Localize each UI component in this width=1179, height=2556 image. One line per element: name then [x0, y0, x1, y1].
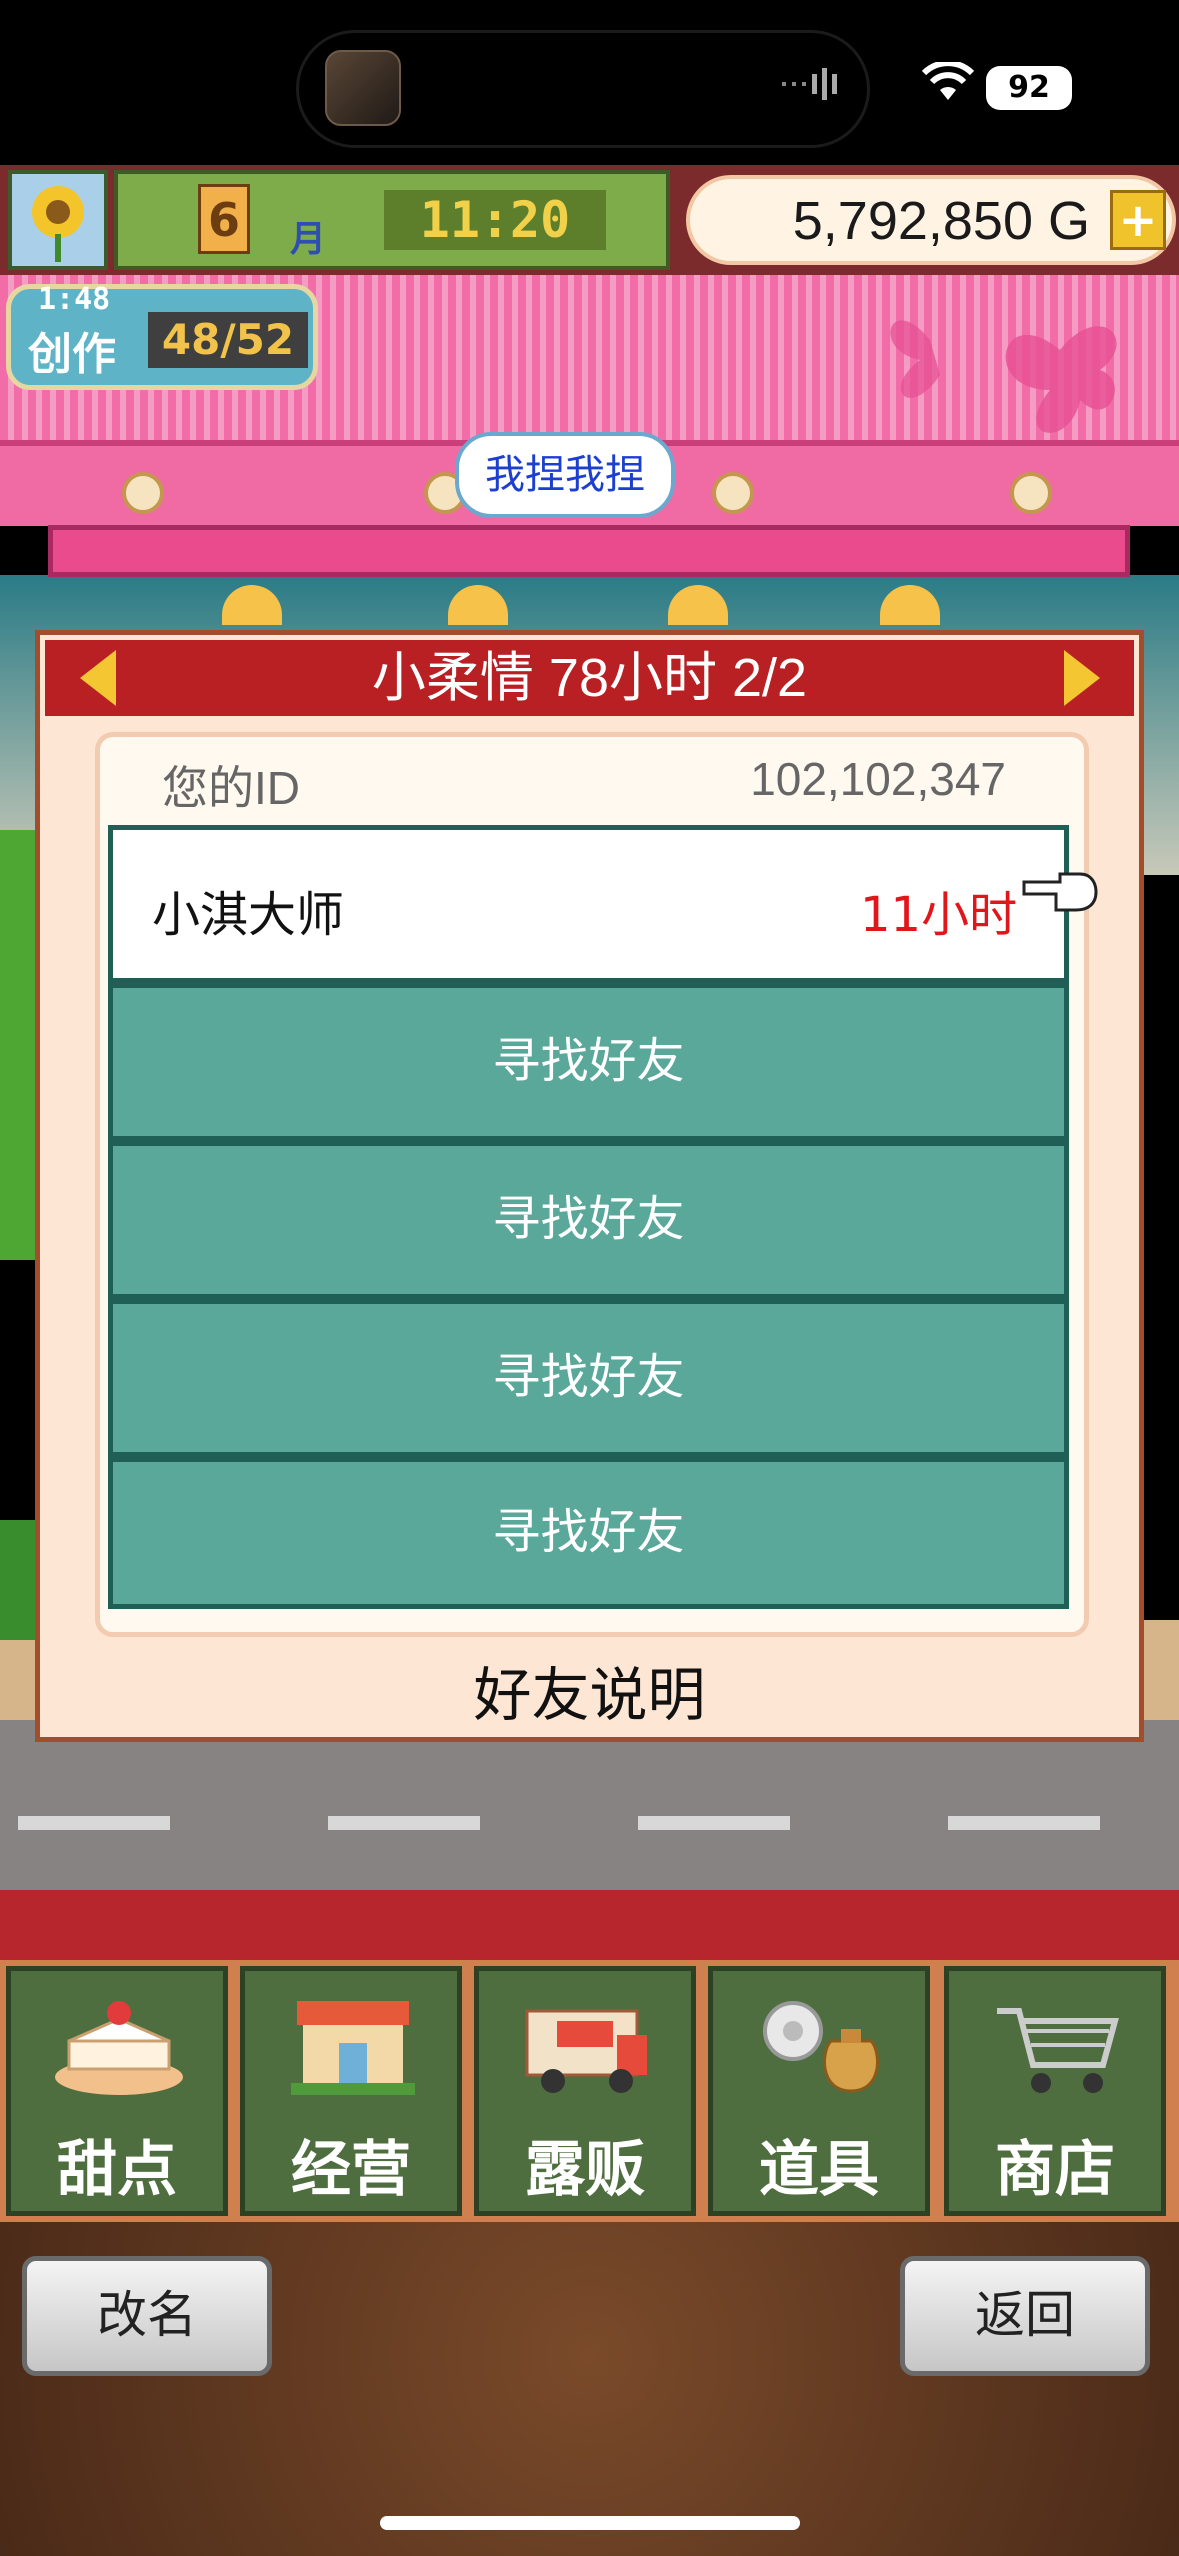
food-truck-icon: [525, 2009, 647, 2093]
tree-decoration: [0, 830, 40, 1260]
create-timer: 1:48: [38, 282, 111, 317]
bulb-decoration: [122, 472, 164, 514]
menu-store-button[interactable]: 商店: [944, 1966, 1166, 2216]
add-gold-button[interactable]: +: [1110, 190, 1166, 250]
find-friend-button[interactable]: 寻找好友: [108, 1141, 1069, 1299]
sign-bar: [48, 525, 1130, 577]
month-unit: 月: [290, 219, 327, 260]
menu-manage-button[interactable]: 经营: [240, 1966, 462, 2216]
bulb-decoration: [712, 472, 754, 514]
game-clock: 11:20: [384, 190, 606, 250]
wifi-icon: [922, 62, 974, 100]
panel-title: 小柔情 78小时 2/2: [371, 648, 808, 708]
road-marking: [328, 1816, 480, 1830]
road-marking: [638, 1816, 790, 1830]
find-friend-button[interactable]: 寻找好友: [108, 1299, 1069, 1457]
prev-arrow-icon[interactable]: [80, 650, 116, 706]
road-marking: [18, 1816, 170, 1830]
butterfly-decoration-icon: [890, 320, 1117, 433]
menu-manage-label: 经营: [291, 2135, 411, 2205]
friends-help-button[interactable]: 好友说明: [35, 1648, 1144, 1732]
app-thumbnail-icon: [325, 50, 401, 126]
speech-bubble[interactable]: 我捏我捏: [455, 432, 675, 518]
create-count: 48/52: [148, 312, 308, 368]
rename-button[interactable]: 改名: [22, 2256, 272, 2376]
cart-icon: [997, 2008, 1119, 2093]
find-friend-button[interactable]: 寻找好友: [108, 1457, 1069, 1609]
cake-icon: [55, 2001, 183, 2095]
road: [0, 1720, 1179, 1895]
user-id-value: 102,102,347: [750, 753, 1006, 805]
season-icon: [8, 170, 108, 270]
user-id-label: 您的ID: [162, 762, 300, 814]
menu-items-label: 道具: [759, 2135, 879, 2205]
menu-dessert-label: 甜点: [57, 2135, 177, 2205]
menu-store-label: 商店: [995, 2135, 1115, 2205]
home-indicator[interactable]: [380, 2516, 800, 2530]
friend-name: 小淇大师: [152, 887, 345, 943]
menu-top-band: [0, 1890, 1179, 1970]
bush-decoration: [0, 1520, 36, 1640]
battery-indicator: 92: [986, 66, 1072, 110]
month-number: 6: [198, 184, 250, 254]
audio-wave-icon: [782, 68, 837, 100]
status-time: 2:49: [115, 57, 212, 110]
pointing-hand-icon: [1022, 872, 1098, 912]
next-arrow-icon[interactable]: [1064, 650, 1100, 706]
menu-dessert-button[interactable]: 甜点: [6, 1966, 228, 2216]
friend-time: 11小时: [860, 887, 1018, 943]
back-button[interactable]: 返回: [900, 2256, 1150, 2376]
bulb-decoration: [1010, 472, 1052, 514]
sunflower-icon: [32, 186, 84, 262]
menu-stall-label: 露贩: [525, 2135, 645, 2205]
menu-items-button[interactable]: 道具: [708, 1966, 930, 2216]
gold-amount: 5,792,850 G: [792, 191, 1090, 251]
items-icon: [763, 2001, 879, 2093]
find-friend-button[interactable]: 寻找好友: [108, 983, 1069, 1141]
shop-icon: [291, 2001, 415, 2095]
menu-stall-button[interactable]: 露贩: [474, 1966, 696, 2216]
create-label: 创作: [28, 329, 116, 380]
road-marking: [948, 1816, 1100, 1830]
